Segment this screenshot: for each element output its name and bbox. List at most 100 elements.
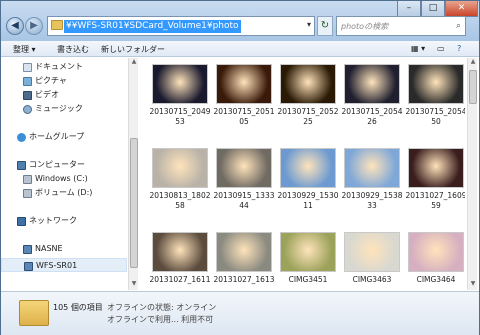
photo-preview bbox=[408, 232, 464, 272]
folder-icon bbox=[51, 20, 63, 30]
network-device-icon bbox=[24, 262, 33, 271]
photo-preview bbox=[344, 64, 400, 104]
search-icon[interactable]: ⌕ bbox=[456, 21, 461, 31]
photo-preview bbox=[152, 64, 208, 104]
photo-preview bbox=[280, 148, 336, 188]
file-name: 20130715_205105 bbox=[213, 107, 275, 126]
back-button[interactable]: ◀ bbox=[6, 17, 24, 35]
search-input[interactable]: photoの検索 ⌕ bbox=[336, 16, 466, 36]
file-name: 20130915_133344 bbox=[213, 191, 275, 210]
minimize-button[interactable]: – bbox=[397, 1, 421, 17]
documents-icon bbox=[23, 63, 32, 72]
file-name: CIMG3451 bbox=[288, 275, 328, 284]
preview-pane-icon[interactable]: ▭ bbox=[437, 44, 445, 53]
details-pane: 105 個の項目 オフラインの状態: オンライン オフラインで利用... 利用不… bbox=[1, 291, 479, 335]
sidebar-item-nasne[interactable]: NASNE bbox=[1, 242, 127, 256]
file-thumbnail[interactable]: 20130929_153011 bbox=[277, 144, 339, 216]
file-thumbnail[interactable]: 20130915_133344 bbox=[213, 144, 275, 216]
burn-button[interactable]: 書き込む bbox=[57, 44, 89, 55]
photo-preview bbox=[280, 64, 336, 104]
pictures-icon bbox=[23, 77, 32, 86]
file-name: 20130715_205225 bbox=[277, 107, 339, 126]
sidebar-item-wfs-sr01[interactable]: WFS-SR01 bbox=[1, 258, 127, 272]
scroll-thumb[interactable] bbox=[469, 70, 477, 104]
offline-availability: オフラインで利用... 利用不可 bbox=[107, 315, 214, 324]
sidebar-item-computer[interactable]: コンピューター bbox=[1, 158, 127, 172]
sidebar-scrollbar[interactable]: ▲ ▼ bbox=[128, 58, 138, 290]
file-thumbnail[interactable]: 20130929_153833 bbox=[341, 144, 403, 216]
address-bar[interactable]: ¥¥WFS-SR01¥SDCard_Volume1¥photo ▾ bbox=[47, 16, 315, 36]
videos-icon bbox=[23, 91, 32, 100]
scroll-up-arrow[interactable]: ▲ bbox=[129, 58, 139, 68]
sidebar-item-homegroup[interactable]: ホームグループ bbox=[1, 130, 127, 144]
homegroup-icon bbox=[17, 133, 26, 142]
sidebar-item-drive-d[interactable]: ボリューム (D:) bbox=[1, 186, 127, 200]
file-thumbnail[interactable]: 20130715_205426 bbox=[341, 60, 403, 132]
file-name: 20130929_153833 bbox=[341, 191, 403, 210]
sidebar-item-drive-c[interactable]: Windows (C:) bbox=[1, 172, 127, 186]
sidebar-item-documents[interactable]: ドキュメント bbox=[1, 60, 127, 74]
sidebar-item-videos[interactable]: ビデオ bbox=[1, 88, 127, 102]
explorer-window: – □ ✕ ◀ ▶ ¥¥WFS-SR01¥SDCard_Volume1¥phot… bbox=[0, 0, 480, 335]
chevron-down-icon[interactable]: ▾ bbox=[307, 20, 311, 29]
content-scrollbar[interactable]: ▲ ▼ bbox=[467, 58, 477, 290]
file-thumbnail[interactable]: 20130715_205225 bbox=[277, 60, 339, 132]
file-name: 20131027_160959 bbox=[405, 191, 465, 210]
photo-preview bbox=[152, 148, 208, 188]
computer-icon bbox=[17, 161, 26, 170]
network-icon bbox=[17, 217, 26, 226]
file-thumbnail[interactable]: CIMG3451 bbox=[277, 228, 339, 290]
new-folder-button[interactable]: 新しいフォルダー bbox=[101, 44, 165, 55]
scroll-down-arrow[interactable]: ▼ bbox=[468, 280, 478, 290]
sidebar-item-music[interactable]: ミュージック bbox=[1, 102, 127, 116]
file-thumbnail[interactable]: 20131027_1613 bbox=[213, 228, 275, 290]
photo-preview bbox=[280, 232, 336, 272]
file-thumbnail[interactable]: 20130813_180258 bbox=[149, 144, 211, 216]
drive-icon bbox=[23, 175, 32, 184]
file-name: 20130715_204953 bbox=[149, 107, 211, 126]
refresh-button[interactable]: ↻ bbox=[317, 16, 333, 36]
file-name: CIMG3464 bbox=[416, 275, 456, 284]
folder-icon bbox=[19, 300, 49, 326]
photo-preview bbox=[408, 148, 464, 188]
file-thumbnail[interactable]: 20130715_204953 bbox=[149, 60, 211, 132]
music-icon bbox=[23, 105, 32, 114]
address-path[interactable]: ¥¥WFS-SR01¥SDCard_Volume1¥photo bbox=[64, 20, 241, 33]
file-name: 20131027_1613 bbox=[213, 275, 275, 284]
drive-icon bbox=[23, 189, 32, 198]
file-name: 20130715_205450 bbox=[405, 107, 465, 126]
file-thumbnail[interactable]: 20130715_205450 bbox=[405, 60, 465, 132]
file-name: 20130929_153011 bbox=[277, 191, 339, 210]
search-placeholder: photoの検索 bbox=[341, 22, 389, 31]
file-thumbnail[interactable]: CIMG3463 bbox=[341, 228, 403, 290]
sidebar-item-pictures[interactable]: ピクチャ bbox=[1, 74, 127, 88]
photo-preview bbox=[216, 64, 272, 104]
forward-button[interactable]: ▶ bbox=[25, 17, 43, 35]
file-thumbnail[interactable]: 20130715_205105 bbox=[213, 60, 275, 132]
scroll-thumb[interactable] bbox=[130, 138, 138, 268]
title-bar: – □ ✕ ◀ ▶ ¥¥WFS-SR01¥SDCard_Volume1¥phot… bbox=[1, 1, 479, 41]
file-thumbnail[interactable]: CIMG3464 bbox=[405, 228, 465, 290]
photo-preview bbox=[216, 148, 272, 188]
photo-preview bbox=[344, 232, 400, 272]
photo-preview bbox=[216, 232, 272, 272]
file-name: 20130715_205426 bbox=[341, 107, 403, 126]
file-name: 20131027_1611 bbox=[149, 275, 211, 284]
close-button[interactable]: ✕ bbox=[445, 1, 478, 17]
sidebar-item-network[interactable]: ネットワーク bbox=[1, 214, 127, 228]
help-icon[interactable]: ? bbox=[457, 44, 461, 53]
file-name: 20130813_180258 bbox=[149, 191, 211, 210]
photo-preview bbox=[408, 64, 464, 104]
maximize-button[interactable]: □ bbox=[421, 1, 445, 17]
file-list: 20130715_204953 20130715_205105 20130715_2… bbox=[139, 58, 465, 290]
organize-button[interactable]: 整理 ▾ bbox=[13, 44, 36, 55]
file-thumbnail[interactable]: 20131027_160959 bbox=[405, 144, 465, 216]
scroll-down-arrow[interactable]: ▼ bbox=[129, 280, 139, 290]
item-count: 105 個の項目 bbox=[53, 303, 103, 312]
scroll-up-arrow[interactable]: ▲ bbox=[468, 58, 478, 68]
file-name: CIMG3463 bbox=[352, 275, 392, 284]
file-thumbnail[interactable]: 20131027_1611 bbox=[149, 228, 211, 290]
offline-status: オフラインの状態: オンライン bbox=[107, 303, 217, 312]
view-options-icon[interactable]: ▦ ▾ bbox=[411, 44, 425, 53]
photo-preview bbox=[344, 148, 400, 188]
